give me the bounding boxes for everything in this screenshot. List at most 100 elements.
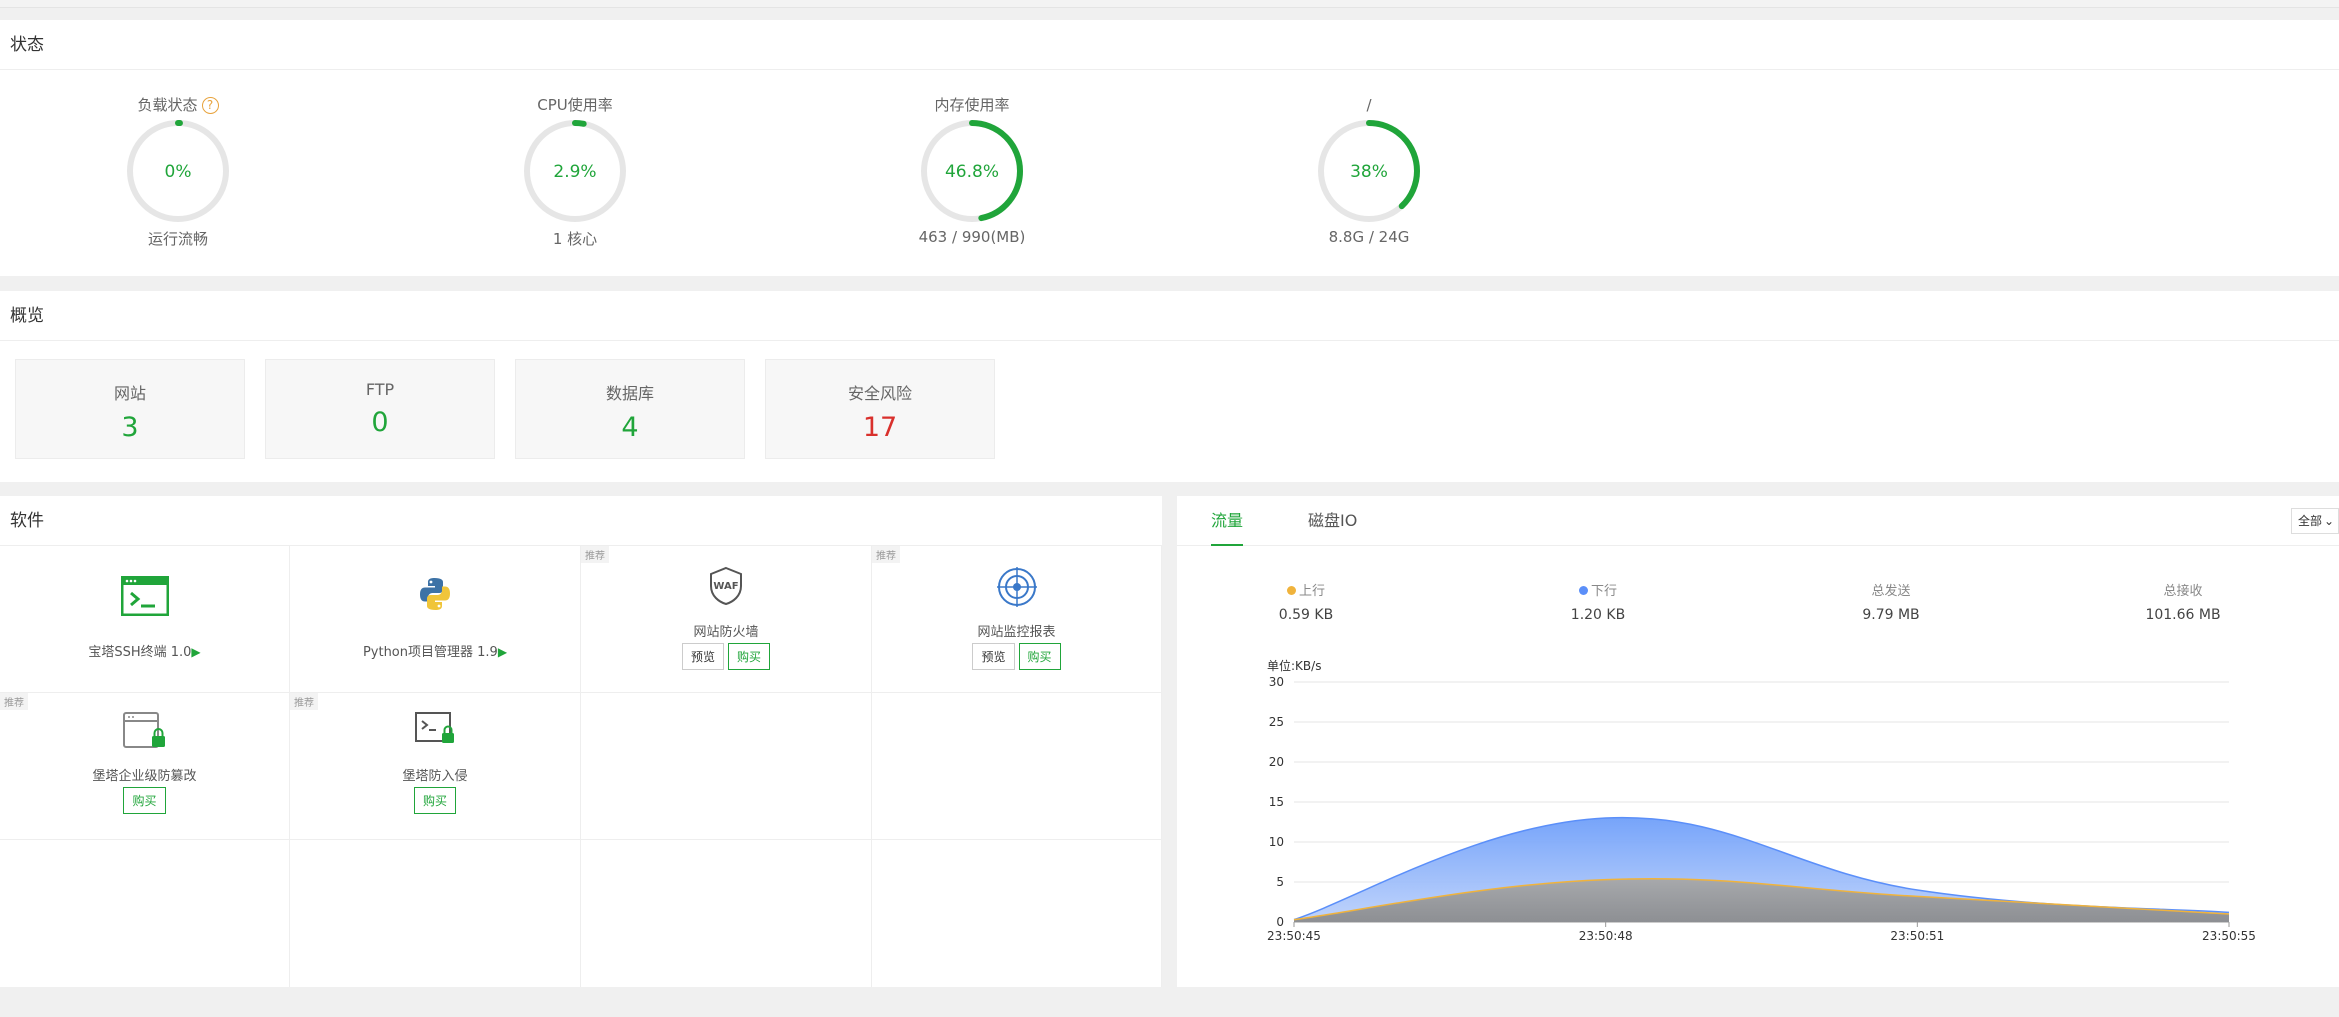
play-icon[interactable]: ▶ xyxy=(191,645,200,659)
traffic-stat-value: 101.66 MB xyxy=(2145,607,2221,623)
software-item[interactable]: 推荐 WAF 网站防火墙 预览 购买 xyxy=(581,546,872,693)
buy-button[interactable]: 购买 xyxy=(728,643,771,670)
play-icon[interactable]: ▶ xyxy=(498,645,507,659)
intrusion-lock-icon[interactable] xyxy=(290,711,580,751)
traffic-stat-value: 1.20 KB xyxy=(1570,607,1626,623)
x-tick-label: 23:50:55 xyxy=(2202,929,2256,943)
traffic-stat-label-text: 上行 xyxy=(1298,584,1325,599)
software-name-text: 堡塔企业级防篡改 xyxy=(92,769,197,784)
software-item[interactable]: Python项目管理器 1.9▶ xyxy=(290,546,581,693)
traffic-stat-label-text: 总发送 xyxy=(1871,584,1911,599)
gauge-sub: 463 / 990(MB) xyxy=(918,228,1026,246)
gauge-title: CPU使用率 xyxy=(485,94,665,116)
gauge-0[interactable]: 负载状态? 0% 运行流畅 xyxy=(88,70,268,249)
software-name-text: 宝塔SSH终端 1.0 xyxy=(88,645,192,660)
buy-button[interactable]: 购买 xyxy=(413,787,456,814)
software-name[interactable]: 宝塔SSH终端 1.0▶ xyxy=(0,641,289,660)
y-tick-label: 25 xyxy=(1269,715,1284,729)
overview-card-value[interactable]: 17 xyxy=(766,412,994,443)
y-axis-label: 单位:KB/s xyxy=(1267,658,1321,673)
overview-card-value[interactable]: 0 xyxy=(266,407,494,438)
software-panel: 软件 宝塔SSH终端 1.0▶ Python项目管理器 1.9▶ 推荐 WAF 网站防火… xyxy=(0,496,1162,987)
overview-card-label: 数据库 xyxy=(605,384,654,403)
traffic-stat-value: 0.59 KB xyxy=(1278,607,1334,623)
software-name[interactable]: 网站监控报表 xyxy=(872,621,1161,640)
gauge-ring: 46.8% xyxy=(921,120,1023,222)
tab-disk-io[interactable]: 磁盘IO xyxy=(1308,496,1357,546)
overview-card-0[interactable]: 网站 3 xyxy=(15,359,245,459)
traffic-stat-value: 9.79 MB xyxy=(1862,607,1920,623)
overview-card-2[interactable]: 数据库 4 xyxy=(515,359,745,459)
gauge-title-text: / xyxy=(1366,96,1372,114)
gauge-title-text: 负载状态 xyxy=(137,96,198,114)
python-icon[interactable] xyxy=(290,576,580,616)
buy-button[interactable]: 购买 xyxy=(123,787,166,814)
gauge-title: / xyxy=(1279,94,1459,116)
software-item[interactable]: 推荐网站监控报表预览 购买 xyxy=(872,546,1162,693)
buy-button[interactable]: 购买 xyxy=(1018,643,1061,670)
recommend-badge: 推荐 xyxy=(0,693,28,710)
svg-text:WAF: WAF xyxy=(713,581,738,592)
gauge-title-text: CPU使用率 xyxy=(537,96,613,114)
traffic-chart: 单位:KB/s 0 5 10 15 20 25 30 23:50:45 23:50:48 23:50… xyxy=(1267,658,2256,943)
software-cell xyxy=(581,693,872,840)
gauge-sub: 1 核心 xyxy=(552,230,598,248)
legend-dot xyxy=(1286,586,1296,595)
preview-button[interactable]: 预览 xyxy=(681,643,724,670)
x-tick-label: 23:50:48 xyxy=(1579,929,1633,943)
tamper-lock-icon[interactable] xyxy=(0,711,289,755)
gauge-ring: 38% xyxy=(1318,120,1420,222)
status-panel: 状态 负载状态? 0% 运行流畅 CPU使用率 2.9% 1 核心 内存使用率 46.8% 46… xyxy=(0,20,2339,276)
traffic-stat-label-text: 下行 xyxy=(1590,584,1617,599)
gauge-title: 内存使用率 xyxy=(882,94,1062,116)
traffic-stat-1: 下行 1.20 KB xyxy=(1498,580,1698,623)
status-title: 状态 xyxy=(0,20,2339,70)
x-tick-label: 23:50:45 xyxy=(1267,929,1321,943)
waf-shield-icon[interactable]: WAF xyxy=(581,566,871,610)
overview-title: 概览 xyxy=(0,291,2339,341)
traffic-stat-label: 下行 xyxy=(1498,580,1698,599)
overview-card-3[interactable]: 安全风险 17 xyxy=(765,359,995,459)
software-name[interactable]: 堡塔企业级防篡改 xyxy=(0,765,289,784)
overview-card-label: 网站 xyxy=(113,384,146,403)
help-icon[interactable]: ? xyxy=(201,97,219,114)
software-item[interactable]: 宝塔SSH终端 1.0▶ xyxy=(0,546,290,693)
traffic-stat-label-text: 总接收 xyxy=(2163,584,2203,599)
overview-card-label: FTP xyxy=(365,380,395,399)
monitor-target-icon[interactable] xyxy=(872,566,1161,612)
recommend-badge: 推荐 xyxy=(872,546,900,563)
top-strip xyxy=(0,0,2339,8)
gauge-1[interactable]: CPU使用率 2.9% 1 核心 xyxy=(485,70,665,249)
gauge-value: 0% xyxy=(165,162,192,182)
overview-card-1[interactable]: FTP 0 xyxy=(265,359,495,459)
software-name[interactable]: 网站防火墙 xyxy=(581,621,871,640)
software-cell xyxy=(0,840,290,987)
software-item[interactable]: 推荐 堡塔防入侵 购买 xyxy=(290,693,581,840)
preview-button[interactable]: 预览 xyxy=(972,643,1015,670)
overview-card-label: 安全风险 xyxy=(847,384,912,403)
software-buttons: 购买 xyxy=(290,787,580,814)
software-buttons: 购买 xyxy=(0,787,289,814)
software-name[interactable]: Python项目管理器 1.9▶ xyxy=(290,641,580,660)
traffic-stat-3: 总接收 101.66 MB xyxy=(2083,580,2283,623)
y-tick-label: 5 xyxy=(1276,875,1284,889)
software-cell xyxy=(290,840,581,987)
range-select[interactable]: 全部 ⌄ xyxy=(2291,508,2339,534)
tab-traffic[interactable]: 流量 xyxy=(1211,496,1244,546)
gauge-title-text: 内存使用率 xyxy=(934,96,1010,114)
gauge-ring: 2.9% xyxy=(524,120,626,222)
traffic-stat-2: 总发送 9.79 MB xyxy=(1791,580,1991,623)
terminal-icon[interactable] xyxy=(0,575,289,620)
overview-card-value[interactable]: 3 xyxy=(16,412,244,443)
software-item[interactable]: 推荐堡塔企业级防篡改购买 xyxy=(0,693,290,840)
overview-card-value[interactable]: 4 xyxy=(516,412,744,443)
software-name[interactable]: 堡塔防入侵 xyxy=(290,765,580,784)
gauge-3[interactable]: / 38% 8.8G / 24G xyxy=(1279,70,1459,246)
traffic-stat-0: 上行 0.59 KB xyxy=(1206,580,1406,623)
software-name-text: 网站防火墙 xyxy=(693,625,759,640)
gauge-sub: 8.8G / 24G xyxy=(1328,228,1410,246)
y-tick-label: 30 xyxy=(1269,675,1284,689)
gauge-2[interactable]: 内存使用率 46.8% 463 / 990(MB) xyxy=(882,70,1062,246)
gauge-value: 2.9% xyxy=(553,162,596,182)
traffic-stat-label: 上行 xyxy=(1206,580,1406,599)
